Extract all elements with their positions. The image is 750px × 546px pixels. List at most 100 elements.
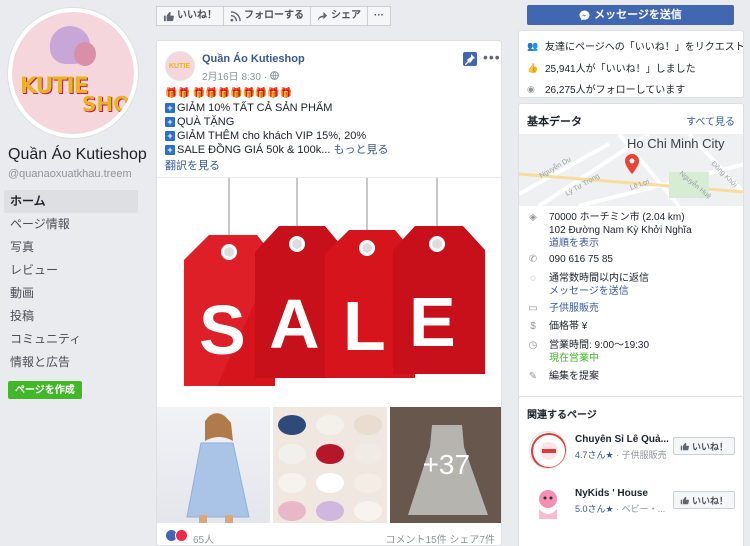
love-reaction-icon (175, 529, 188, 542)
reactions-count[interactable]: 65人 (193, 531, 214, 545)
sale-letter-l: L (343, 287, 386, 365)
photo-thumb-white-dress[interactable]: +37 (389, 407, 501, 523)
pencil-icon: ✎ (528, 371, 538, 382)
basic-info-card: 基本データ すべて見る Nguyễn Du Lý Tự Trọng Lê Lợi… (518, 103, 744, 421)
photo-grid: +37 (157, 407, 501, 523)
see-translation-link[interactable]: 翻訳を見る (165, 157, 220, 173)
send-message-button[interactable]: メッセージを送信 (527, 5, 734, 25)
page-avatar[interactable]: KUTIE SHOP (8, 8, 138, 138)
send-message-label: メッセージを送信 (594, 9, 682, 21)
photo-thumb-hats[interactable] (273, 407, 387, 523)
related-page-category: · ベビー・... (616, 504, 666, 514)
share-button[interactable]: シェア (310, 6, 368, 26)
post-avatar-text: KUTIE (169, 63, 190, 70)
response-time: 通常数時間以内に返信 (549, 273, 649, 284)
thumbs-up-icon (680, 442, 689, 450)
more-photos-count[interactable]: +37 (389, 407, 501, 523)
likes-row: 👍 25,941人が「いいね！」しました (527, 60, 696, 76)
more-icon: ··· (374, 10, 384, 21)
like-page-button[interactable]: いいね！ (156, 6, 224, 26)
page-title[interactable]: Quần Áo Kutieshop (8, 146, 147, 164)
post-line: QUÀ TẶNG (177, 116, 235, 128)
follows-text: 26,275人がフォローしています (545, 85, 686, 96)
basic-info-title: 基本データ (527, 116, 582, 128)
messenger-icon: ◌ (530, 273, 536, 284)
post-author-avatar[interactable]: KUTIE (165, 51, 195, 81)
nav-item-community[interactable]: コミュニティ (4, 328, 138, 351)
hours-row[interactable]: ◷ 営業時間: 9:00～19:30 現在営業中 (527, 340, 737, 366)
nav-item-photos[interactable]: 写真 (4, 236, 138, 259)
map-thumbnail[interactable]: Nguyễn Du Lý Tự Trọng Lê Lợi Nguyễn Huệ … (519, 134, 743, 206)
invite-friends-row[interactable]: 👥 友達にページへの「いいね！」をリクエスト (527, 38, 744, 54)
map-city-label: Ho Chi Minh City (627, 136, 725, 151)
avatar-logo-text-2: SHOP (82, 92, 134, 116)
related-page-name[interactable]: NyKids ' House (575, 488, 648, 499)
comments-shares-count[interactable]: コメント15件 シェア7件 (386, 531, 495, 545)
phone-number: 090 616 75 85 (549, 254, 613, 265)
post-body: 🎁🎁 🎁🎁🎁🎁🎁🎁🎁🎁 + GIẢM 10% TẤT CẢ SẢN PHẨM + Q… (165, 87, 499, 157)
messenger-icon (579, 9, 590, 21)
phone-icon: ✆ (528, 254, 538, 265)
gift-emoji-row: 🎁🎁 🎁🎁🎁🎁🎁🎁🎁🎁 (165, 88, 293, 99)
related-page-meta: 4.7さん★ · 子供服販売 (575, 448, 667, 461)
rss-icon (230, 10, 241, 22)
hat-illustration-2 (74, 42, 96, 66)
related-pages-card: 関連するページ Chuyên Sỉ Lê Quả... 4.7さん★ · 子供服… (518, 396, 744, 546)
post-author-name[interactable]: Quần Áo Kutieshop (202, 53, 305, 65)
sale-letter-a: A (269, 285, 320, 363)
photo-thumb-dress[interactable] (157, 407, 271, 523)
likes-text: 25,941人が「いいね！」しました (545, 64, 696, 75)
nav-item-about[interactable]: ページ情報 (4, 213, 138, 236)
send-message-link[interactable]: メッセージを送信 (549, 286, 629, 298)
nav-item-info-ads[interactable]: 情報と広告 (4, 351, 138, 374)
post-timestamp[interactable]: 2月16日 8:30 · (202, 68, 279, 83)
nav-item-videos[interactable]: 動画 (4, 282, 138, 305)
related-page-item[interactable]: NyKids ' House 5.0さん★ · ベビー・... いいね！ (529, 485, 735, 525)
like-label: いいね！ (177, 10, 217, 21)
like-label: いいね！ (691, 495, 728, 506)
star-icon: ★ (605, 450, 614, 460)
open-now-status: 現在営業中 (549, 353, 599, 364)
avatar-logo-text: KUTIE (20, 74, 89, 99)
hours-text: 営業時間: 9:00～19:30 (549, 340, 650, 351)
address-line-1: 70000 ホーチミン市 (2.04 km) (549, 212, 685, 223)
people-icon: 👥 (527, 40, 539, 51)
nav-item-reviews[interactable]: レビュー (4, 259, 138, 282)
like-related-page-button[interactable]: いいね！ (673, 491, 735, 509)
plus-icon: + (165, 103, 175, 113)
nav-item-posts[interactable]: 投稿 (4, 305, 138, 328)
category-link: 子供服販売 (549, 303, 599, 314)
related-page-meta: 5.0さん★ · ベビー・... (575, 502, 665, 515)
location-icon: ◈ (529, 212, 537, 223)
share-icon (317, 11, 328, 21)
nav-item-home[interactable]: ホーム (4, 190, 138, 213)
price-range: 価格帯 ¥ (549, 321, 588, 332)
related-page-avatar[interactable] (529, 431, 567, 469)
related-page-avatar[interactable] (529, 485, 567, 523)
more-options-button[interactable]: ··· (367, 6, 391, 26)
rating-value: 5.0さん (575, 504, 606, 514)
related-page-name[interactable]: Chuyên Sỉ Lê Quả... (575, 434, 669, 445)
sale-image[interactable]: S A L E (157, 177, 501, 403)
response-row: ◌ 通常数時間以内に返信 メッセージを送信 (527, 273, 737, 299)
thumbs-up-icon (163, 11, 174, 21)
like-related-page-button[interactable]: いいね！ (673, 437, 735, 455)
see-all-link[interactable]: すべて見る (686, 113, 735, 128)
post-line: GIẢM THÊM cho khách VIP 15%, 20% (177, 130, 367, 142)
see-more-link[interactable]: もっと見る (334, 144, 389, 156)
related-page-item[interactable]: Chuyên Sỉ Lê Quả... 4.7さん★ · 子供服販売 いいね！ (529, 431, 735, 471)
directions-link[interactable]: 道順を表示 (549, 238, 743, 250)
community-stats-card: 👥 友達にページへの「いいね！」をリクエスト 👍 25,941人が「いいね！」し… (518, 30, 744, 98)
invite-text: 友達にページへの「いいね！」をリクエスト (545, 42, 744, 53)
post-line: GIẢM 10% TẤT CẢ SẢN PHẨM (177, 102, 333, 114)
follow-button[interactable]: フォローする (223, 6, 311, 26)
rating-value: 4.7さん (575, 450, 606, 460)
sale-letter-e: E (409, 283, 456, 361)
thumbs-up-icon: 👍 (527, 62, 539, 73)
post-card: KUTIE Quần Áo Kutieshop 2月16日 8:30 · •••… (156, 40, 502, 546)
plus-icon: + (165, 117, 175, 127)
rss-icon: ◉ (527, 83, 535, 94)
create-page-button[interactable]: ページを作成 (8, 381, 82, 399)
page-handle[interactable]: @quanaoxuatkhau.treem (8, 168, 132, 180)
post-more-icon[interactable]: ••• (483, 49, 501, 65)
